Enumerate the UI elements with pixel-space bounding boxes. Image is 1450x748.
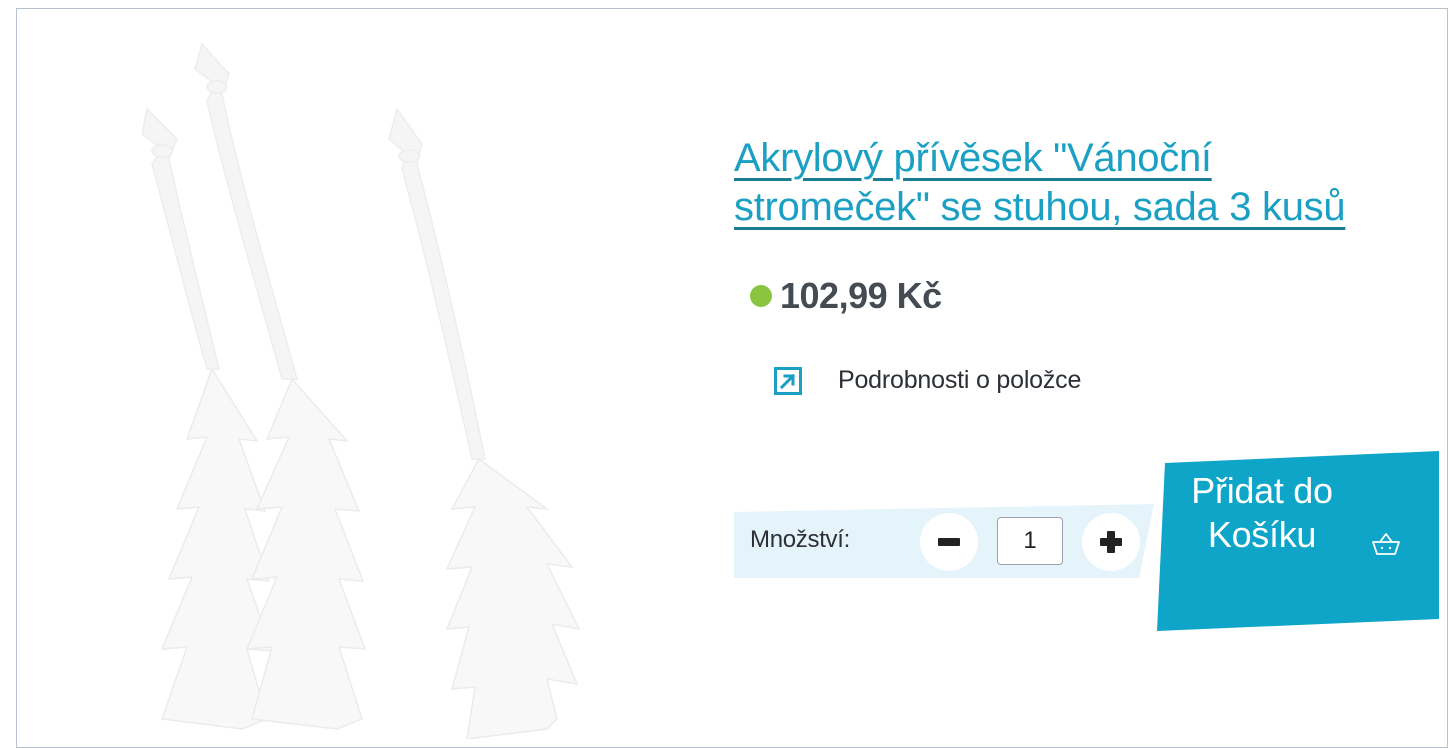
product-card: Akrylový přívěsek "Vánoční stromeček" se…	[16, 8, 1448, 748]
tree-ornaments-image	[141, 42, 581, 740]
plus-icon-vertical	[1107, 531, 1115, 553]
item-details-label: Podrobnosti o položce	[838, 366, 1082, 394]
quantity-decrement-button[interactable]	[920, 513, 978, 571]
product-price: 102,99 Kč	[780, 275, 942, 316]
quantity-input[interactable]	[997, 517, 1063, 565]
product-image[interactable]	[107, 39, 667, 740]
price-row: 102,99 Kč	[750, 275, 942, 317]
add-to-cart-button[interactable]: Přidat do Košíku	[1157, 451, 1439, 631]
quantity-label: Množství:	[750, 526, 850, 553]
product-title-link[interactable]: Akrylový přívěsek "Vánoční stromeček" se…	[734, 134, 1414, 232]
add-to-cart-label: Přidat do Košíku	[1191, 470, 1333, 555]
stock-status-dot	[750, 285, 772, 307]
quantity-increment-button[interactable]	[1082, 513, 1140, 571]
basket-icon	[1372, 533, 1400, 555]
item-details-link[interactable]: Podrobnosti o položce	[774, 366, 1081, 395]
external-link-arrow-icon	[774, 366, 802, 395]
minus-icon	[938, 538, 960, 546]
quantity-selector: Množství:	[734, 504, 1154, 578]
